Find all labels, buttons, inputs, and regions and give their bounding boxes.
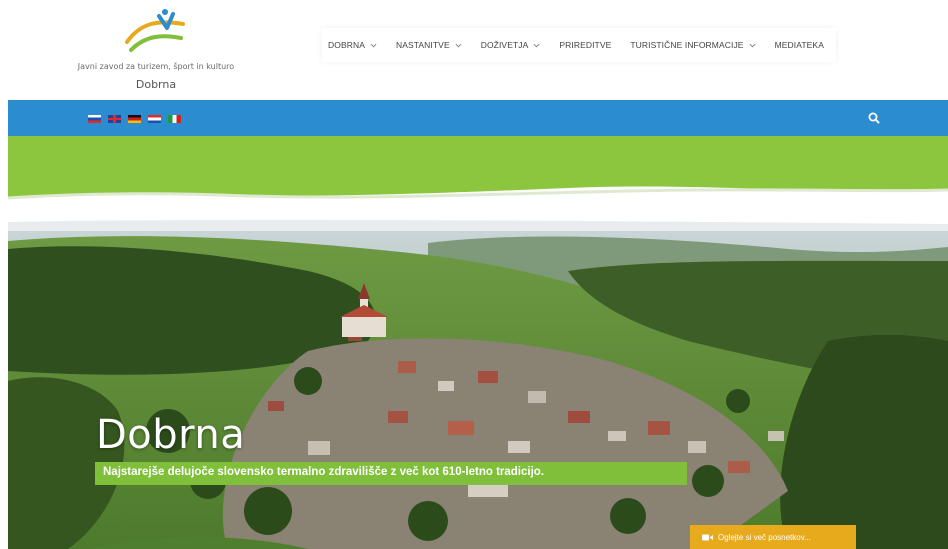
logo-name: Dobrna xyxy=(135,78,177,91)
more-videos-label: Oglejte si več posnetkov... xyxy=(718,532,811,542)
hero-subtitle: Najstarejše delujoče slovensko termalno … xyxy=(95,462,687,485)
nav-item-dobrna[interactable]: DOBRNA xyxy=(328,40,377,50)
uk-flag-icon[interactable] xyxy=(108,115,121,123)
chevron-down-icon xyxy=(455,43,462,47)
video-camera-icon xyxy=(702,534,713,540)
croatia-flag-icon[interactable] xyxy=(148,115,161,123)
nav-label: MEDIATEKA xyxy=(774,40,824,50)
hero-village-image xyxy=(8,231,948,549)
nav-label: DOBRNA xyxy=(328,40,365,50)
chevron-down-icon xyxy=(749,43,756,47)
italy-flag-icon[interactable] xyxy=(168,115,181,123)
germany-flag-icon[interactable] xyxy=(128,115,141,123)
nav-item-turisticne-informacije[interactable]: TURISTIČNE INFORMACIJE xyxy=(630,40,756,50)
logo-tagline: Javni zavod za turizem, šport in kulturo xyxy=(77,62,235,71)
nav-label: PRIREDITVE xyxy=(559,40,612,50)
nav-item-dozivetja[interactable]: DOŽIVETJA xyxy=(481,40,541,50)
language-switcher xyxy=(88,115,181,123)
slovenia-flag-icon[interactable] xyxy=(88,115,101,123)
hero-title: Dobrna xyxy=(96,412,246,458)
site-header: Javni zavod za turizem, šport in kulturo… xyxy=(0,0,948,100)
nav-item-mediateka[interactable]: MEDIATEKA xyxy=(775,40,824,50)
nav-label: NASTANITVE xyxy=(395,40,450,50)
main-nav: DOBRNA NASTANITVE DOŽIVETJA PRIREDITVE T… xyxy=(322,28,836,62)
nav-label: TURISTIČNE INFORMACIJE xyxy=(630,40,744,50)
search-icon[interactable] xyxy=(867,111,881,125)
chevron-down-icon xyxy=(533,43,540,47)
decorative-green-band xyxy=(8,136,948,231)
nav-item-nastanitve[interactable]: NASTANITVE xyxy=(396,40,462,50)
site-logo[interactable]: Javni zavod za turizem, šport in kulturo… xyxy=(56,8,256,96)
language-bar xyxy=(8,100,948,136)
nav-label: DOŽIVETJA xyxy=(480,40,529,50)
more-videos-button[interactable]: Oglejte si več posnetkov... xyxy=(690,525,856,549)
hero-banner: Dobrna Najstarejše delujoče slovensko te… xyxy=(8,231,948,549)
logo-figure-icon xyxy=(125,9,185,52)
nav-item-prireditve[interactable]: PRIREDITVE xyxy=(559,40,611,50)
chevron-down-icon xyxy=(370,43,377,47)
